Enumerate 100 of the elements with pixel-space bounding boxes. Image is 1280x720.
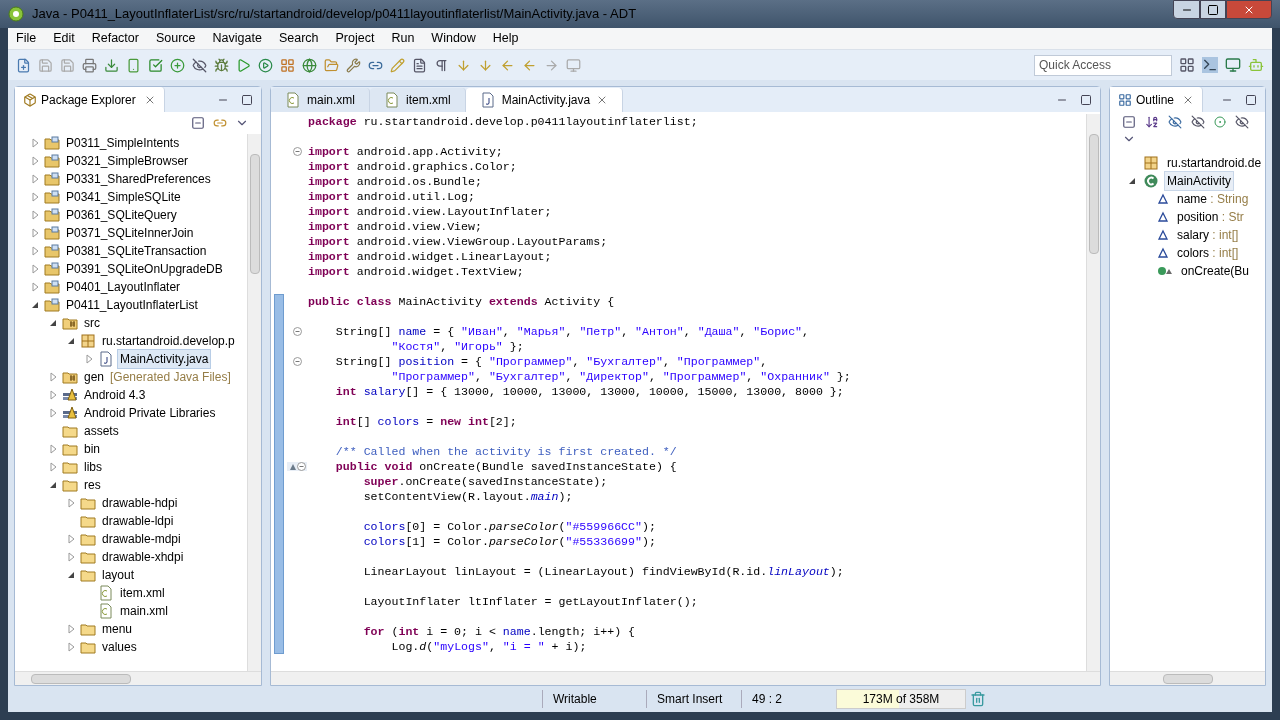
tree-item-label[interactable]: P0411_LayoutInflaterList: [63, 295, 201, 315]
expand-arrow-icon[interactable]: [47, 389, 59, 401]
expand-arrow-icon[interactable]: [29, 281, 41, 293]
expand-arrow-icon[interactable]: [65, 551, 77, 563]
menu-item[interactable]: Project: [335, 29, 375, 48]
tree-item-label[interactable]: gen: [81, 367, 108, 387]
expand-arrow-icon[interactable]: [65, 533, 77, 545]
tree-item-label[interactable]: P0311_SimpleIntents: [63, 134, 183, 153]
ddms-icon[interactable]: [1225, 57, 1241, 73]
expand-arrow-icon[interactable]: [47, 371, 59, 383]
hide-static-icon[interactable]: [1191, 115, 1205, 129]
grid-icon[interactable]: [280, 57, 295, 73]
new-file-icon[interactable]: [16, 57, 31, 73]
fold-icon[interactable]: [292, 327, 302, 336]
expand-arrow-icon[interactable]: [29, 263, 41, 275]
tree-item-label[interactable]: assets: [81, 421, 122, 441]
hidden-icon[interactable]: [192, 57, 207, 73]
package-explorer-tab[interactable]: Package Explorer: [15, 87, 165, 112]
vertical-scrollbar[interactable]: [247, 134, 261, 671]
outline-item-label[interactable]: name : String: [1174, 189, 1252, 209]
expand-arrow-icon[interactable]: [83, 353, 95, 365]
hide-fields-icon[interactable]: [1168, 115, 1182, 129]
menu-item[interactable]: Navigate: [212, 29, 262, 48]
save-icon[interactable]: [38, 57, 53, 73]
tree-item-label[interactable]: P0361_SQLiteQuery: [63, 205, 180, 225]
tree-item-label[interactable]: libs: [81, 457, 105, 477]
expand-arrow-icon[interactable]: [29, 137, 41, 149]
tree-item-label[interactable]: menu: [99, 619, 136, 639]
outline-item-label[interactable]: onCreate(Bu: [1178, 261, 1253, 281]
garbage-collect-icon[interactable]: [970, 691, 986, 707]
tree-item-label[interactable]: P0331_SharedPreferences: [63, 169, 214, 189]
collapse-all-icon[interactable]: [191, 116, 205, 130]
folder-icon[interactable]: [324, 57, 339, 73]
arrow-left-icon[interactable]: [500, 57, 515, 73]
expand-arrow-icon[interactable]: [47, 443, 59, 455]
tree-item-label[interactable]: P0391_SQLiteOnUpgradeDB: [63, 259, 226, 279]
tree-item-label[interactable]: values: [99, 637, 140, 657]
fold-icon[interactable]: [292, 357, 302, 366]
public-members-icon[interactable]: [1214, 116, 1226, 128]
menu-item[interactable]: Run: [391, 29, 415, 48]
wrench-icon[interactable]: [346, 57, 361, 73]
tree-item-label[interactable]: Android 4.3: [81, 385, 149, 405]
menu-item[interactable]: Source: [155, 29, 196, 48]
monitor-icon[interactable]: [566, 57, 581, 73]
expand-arrow-icon[interactable]: [29, 173, 41, 185]
tree-item-label[interactable]: bin: [81, 439, 103, 459]
expand-arrow-icon[interactable]: [47, 407, 59, 419]
horizontal-scrollbar[interactable]: [15, 671, 261, 685]
menu-item[interactable]: Refactor: [91, 29, 139, 48]
tree-item-label[interactable]: ru.startandroid.develop.p: [99, 331, 238, 351]
outline-item-label[interactable]: MainActivity: [1164, 171, 1234, 191]
add-icon[interactable]: [170, 57, 185, 73]
outline-item-label[interactable]: colors : int[]: [1174, 243, 1242, 263]
expand-arrow-icon[interactable]: [29, 227, 41, 239]
fold-icon[interactable]: [296, 462, 306, 471]
tree-item-label[interactable]: drawable-hdpi: [99, 493, 181, 513]
pencil-icon[interactable]: [390, 57, 405, 73]
bug-icon[interactable]: [214, 57, 229, 73]
tree-item-label[interactable]: P0381_SQLiteTransaction: [63, 241, 210, 261]
expand-arrow-icon[interactable]: [65, 623, 77, 635]
collapse-all-icon[interactable]: [1122, 115, 1136, 129]
tree-item-label[interactable]: main.xml: [117, 601, 171, 621]
maximize-icon[interactable]: [241, 93, 253, 106]
perspective-icon[interactable]: [1179, 57, 1195, 73]
expand-arrow-icon[interactable]: [29, 191, 41, 203]
quick-access-field[interactable]: Quick Access: [1034, 54, 1172, 76]
android-icon[interactable]: [1248, 57, 1264, 73]
link-icon[interactable]: [213, 116, 227, 130]
minimize-button[interactable]: [1173, 0, 1200, 19]
editor-tab[interactable]: item.xml: [370, 88, 466, 112]
pilcrow-icon[interactable]: [434, 57, 449, 73]
maximize-icon[interactable]: [1245, 93, 1257, 106]
expand-arrow-icon[interactable]: [29, 155, 41, 167]
java-perspective-icon[interactable]: [1202, 57, 1218, 73]
expand-arrow-icon[interactable]: [47, 461, 59, 473]
sort-icon[interactable]: [1145, 115, 1159, 129]
tree-item-label[interactable]: drawable-mdpi: [99, 529, 184, 549]
tree-item-label[interactable]: res: [81, 475, 104, 495]
editor-tab[interactable]: main.xml: [271, 88, 370, 112]
tree-item-label[interactable]: MainActivity.java: [117, 349, 212, 369]
menu-item[interactable]: Edit: [53, 29, 75, 48]
menu-item[interactable]: Window: [431, 29, 476, 48]
globe-icon[interactable]: [302, 57, 317, 73]
arrow-right-icon[interactable]: [544, 57, 559, 73]
save-all-icon[interactable]: [60, 57, 75, 73]
print-icon[interactable]: [82, 57, 97, 73]
tree-item-label[interactable]: P0321_SimpleBrowser: [63, 151, 192, 171]
arrow-left-icon[interactable]: [522, 57, 537, 73]
tree-item-label[interactable]: drawable-xhdpi: [99, 547, 187, 567]
outline-tab[interactable]: Outline: [1110, 87, 1204, 112]
tree-item-label[interactable]: drawable-ldpi: [99, 511, 177, 531]
tree-item-label[interactable]: P0401_LayoutInflater: [63, 277, 184, 297]
document-icon[interactable]: [412, 57, 427, 73]
download-icon[interactable]: [104, 57, 119, 73]
editor-tab[interactable]: MainActivity.java: [465, 88, 624, 112]
menu-item[interactable]: File: [16, 29, 37, 48]
tree-item-label[interactable]: P0371_SQLiteInnerJoin: [63, 223, 197, 243]
tree-item-label[interactable]: item.xml: [117, 583, 168, 603]
outline-item-label[interactable]: ru.startandroid.de: [1164, 153, 1265, 173]
outline-item-label[interactable]: position : Str: [1174, 207, 1247, 227]
